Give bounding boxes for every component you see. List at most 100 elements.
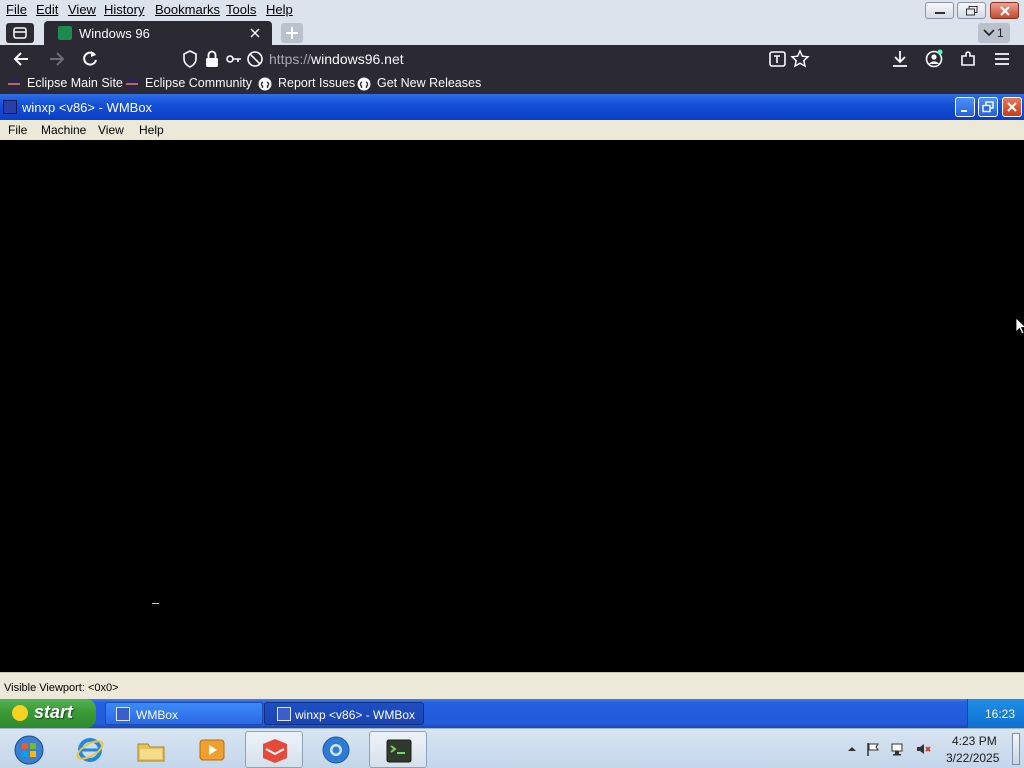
close-icon [1000,6,1010,16]
mouse-pointer-icon [1015,317,1024,335]
eclipse-icon [125,77,139,91]
vm-window-titlebar[interactable]: winxp <v86> - WMBox [0,94,1024,120]
taskbar-item-wmbox[interactable]: WMBox [105,702,263,725]
browser-restore-button[interactable] [957,2,986,19]
host-clock-time[interactable]: 4:23 PM [952,734,997,748]
eclipse-icon [7,77,21,91]
volume-muted-icon[interactable] [915,741,931,757]
network-icon[interactable] [890,741,906,757]
media-player-icon [199,739,225,761]
chevron-down-icon [983,29,995,37]
host-clock-date[interactable]: 3/22/2025 [946,751,999,765]
pinned-media-player[interactable] [183,731,241,768]
bookmark-report-issues[interactable]: Report Issues [258,75,355,92]
menu-help[interactable]: Help [266,2,293,18]
tab-title: Windows 96 [79,26,150,41]
navigation-toolbar: https://windows96.net [0,45,1024,72]
vm-menu-help[interactable]: Help [139,123,164,137]
firefox-view-button[interactable] [6,23,34,43]
tab-count: 1 [997,26,1004,40]
bookmark-star-icon[interactable] [790,49,810,69]
permissions-icon[interactable] [224,49,244,69]
action-center-flag-icon[interactable] [865,741,881,757]
back-arrow-icon[interactable] [12,49,32,69]
guest-system-tray: 16:23 [967,699,1024,728]
windows-orb-icon [14,735,44,765]
wmbox-icon [116,707,130,721]
minimize-icon [935,12,945,14]
restore-icon [966,6,978,16]
vm-minimize-button[interactable] [955,97,975,117]
github-icon [258,77,272,91]
bookmark-eclipse-community[interactable]: Eclipse Community [125,75,252,92]
viewport-status: Visible Viewport: <0x0> [4,682,119,694]
bookmarks-toolbar: Eclipse Main Site Eclipse Community Repo… [0,72,1024,94]
forward-arrow-icon[interactable] [46,49,66,69]
reload-icon[interactable] [80,49,100,69]
vm-menu-machine[interactable]: Machine [41,123,86,137]
vm-menu-bar: File Machine View Help [0,120,1024,140]
restore-icon [982,101,994,113]
browser-menu-bar: File Edit View History Bookmarks Tools H… [0,0,1024,21]
browser-minimize-button[interactable] [925,2,954,19]
minimize-icon [961,110,967,112]
pinned-file-explorer[interactable] [122,731,180,768]
autoplay-blocked-icon[interactable] [245,49,265,69]
guest-taskbar: start WMBox winxp <v86> - WMBox 16:23 [0,699,1024,728]
show-hidden-icons-chevron-icon[interactable] [844,741,860,757]
smiley-icon [12,705,28,721]
account-icon[interactable] [924,49,944,69]
bookmark-get-new-releases[interactable]: Get New Releases [357,75,481,92]
text-cursor [152,603,159,604]
vm-display[interactable] [0,140,1024,672]
vm-window-title: winxp <v86> - WMBox [22,100,153,115]
downloads-icon[interactable] [890,49,910,69]
pinned-chromium-app[interactable] [307,731,365,768]
host-system-tray: 4:23 PM 3/22/2025 [840,729,1024,768]
menu-view[interactable]: View [68,2,96,18]
translate-page-icon[interactable] [768,49,788,69]
plus-icon [286,27,298,39]
list-all-tabs-button[interactable]: 1 [978,23,1010,43]
pinned-gitkraken-app[interactable] [245,731,303,768]
vm-menu-view[interactable]: View [98,123,124,137]
guest-clock: 16:23 [985,707,1016,721]
windows96-favicon-icon [58,26,72,40]
lock-icon[interactable] [202,49,222,69]
hamburger-menu-icon[interactable] [992,49,1012,69]
windows-start-orb[interactable] [0,731,58,768]
close-icon [1007,102,1017,112]
vm-menu-file[interactable]: File [8,123,27,137]
tab-windows96[interactable]: Windows 96 [44,21,272,45]
show-desktop-button[interactable] [1012,733,1020,765]
wmbox-app-icon [3,100,17,114]
bookmark-eclipse-main-site[interactable]: Eclipse Main Site [7,75,123,92]
folder-icon [137,743,165,762]
vm-status-bar: Visible Viewport: <0x0> [0,672,1024,699]
menu-tools[interactable]: Tools [226,2,256,18]
menu-history[interactable]: History [104,2,144,18]
host-taskbar: 4:23 PM 3/22/2025 [0,728,1024,768]
menu-edit[interactable]: Edit [36,2,58,18]
menu-bookmarks[interactable]: Bookmarks [155,2,220,18]
new-tab-button[interactable] [281,23,303,43]
vm-close-button[interactable] [1002,97,1022,117]
github-icon [357,77,371,91]
close-tab-icon[interactable] [248,26,262,40]
taskbar-item-winxp-vm[interactable]: winxp <v86> - WMBox [264,702,424,725]
menu-file[interactable]: File [6,2,27,18]
pinned-internet-explorer[interactable] [61,731,119,768]
extensions-puzzle-icon[interactable] [958,49,978,69]
chromium-icon [322,736,350,764]
browser-close-button[interactable] [990,2,1019,19]
internet-explorer-icon [76,738,104,762]
vm-restore-button[interactable] [978,97,998,117]
start-button[interactable]: start [0,699,96,728]
vm-window-icon [277,707,291,721]
tab-strip: Windows 96 1 [0,21,1024,45]
tracking-protection-shield-icon[interactable] [180,49,200,69]
pinned-terminal-app[interactable] [369,731,427,768]
firefox-view-icon [13,27,27,39]
terminal-icon [386,739,412,763]
url-field[interactable]: https://windows96.net [269,51,404,67]
